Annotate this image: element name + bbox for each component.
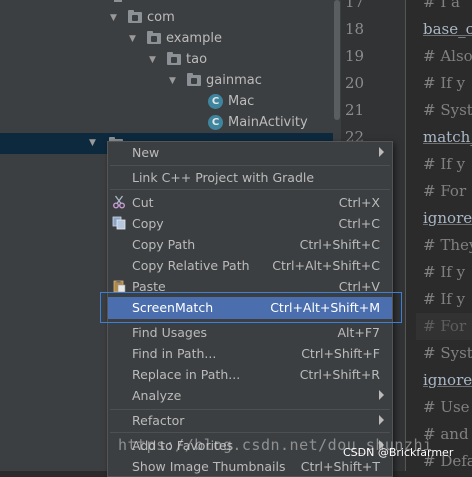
code-line: # If y bbox=[423, 74, 466, 92]
menu-item-shortcut: Ctrl+C bbox=[338, 216, 380, 231]
package-folder-icon bbox=[187, 73, 201, 86]
menu-item-cut[interactable]: Cut Ctrl+X bbox=[108, 192, 392, 213]
submenu-arrow-icon bbox=[379, 390, 384, 400]
menu-item-label: Show Image Thumbnails bbox=[132, 459, 286, 474]
menu-item-link-cpp[interactable]: Link C++ Project with Gradle bbox=[108, 167, 392, 188]
line-number: 17 bbox=[345, 0, 365, 11]
tree-item-example[interactable]: ▼ example bbox=[129, 28, 222, 49]
tree-item-com[interactable]: ▼ com bbox=[110, 7, 175, 28]
code-line: # For bbox=[423, 182, 467, 200]
tree-item-mainactivity[interactable]: C MainActivity bbox=[208, 112, 308, 133]
menu-item-shortcut: Ctrl+Shift+T bbox=[300, 459, 380, 474]
tree-item-label: tao bbox=[186, 52, 208, 67]
package-folder-icon bbox=[147, 31, 161, 44]
watermark-site: CSDN @Brickfarmer bbox=[343, 446, 454, 459]
menu-item-label: Copy Relative Path bbox=[132, 258, 250, 273]
editor-divider bbox=[405, 0, 416, 471]
code-line: ignore bbox=[423, 209, 472, 227]
menu-item-shortcut: Ctrl+X bbox=[338, 195, 380, 210]
package-folder-icon bbox=[167, 52, 181, 65]
code-line: base_c bbox=[423, 20, 472, 38]
menu-item-label: Analyze bbox=[132, 388, 182, 403]
menu-item-find-in-path[interactable]: Find in Path... Ctrl+Shift+F bbox=[108, 343, 392, 364]
code-line: # Also bbox=[423, 47, 472, 65]
menu-item-shortcut: Ctrl+Shift+R bbox=[299, 367, 380, 382]
tree-item-label: example bbox=[166, 31, 222, 46]
code-line: # I a bbox=[423, 0, 460, 11]
line-number: 21 bbox=[345, 101, 365, 119]
tree-scrollbar-thumb[interactable] bbox=[334, 0, 340, 120]
submenu-arrow-icon bbox=[379, 415, 384, 425]
menu-item-label: Find Usages bbox=[132, 325, 208, 340]
code-line: ignore bbox=[423, 371, 472, 389]
menu-item-label: New bbox=[132, 145, 160, 160]
tree-item-label: gainmac bbox=[206, 73, 262, 88]
submenu-arrow-icon bbox=[379, 147, 384, 157]
copy-icon bbox=[112, 216, 126, 230]
class-icon: C bbox=[208, 115, 223, 130]
code-line: # If y bbox=[423, 290, 466, 308]
scissors-icon bbox=[113, 195, 125, 209]
code-line: match_ bbox=[423, 128, 472, 146]
menu-item-copy[interactable]: Copy Ctrl+C bbox=[108, 213, 392, 234]
code-line: # For bbox=[423, 317, 467, 335]
menu-item-shortcut: Ctrl+Shift+C bbox=[299, 237, 380, 252]
menu-separator bbox=[110, 189, 390, 190]
line-number: 20 bbox=[345, 74, 365, 92]
menu-item-copy-path[interactable]: Copy Path Ctrl+Shift+C bbox=[108, 234, 392, 255]
highlight-frame bbox=[100, 292, 402, 323]
menu-item-label: Copy Path bbox=[132, 237, 196, 252]
tree-item-mac[interactable]: C Mac bbox=[208, 91, 254, 112]
chevron-down-icon[interactable]: ▼ bbox=[89, 138, 98, 148]
menu-item-label: Link C++ Project with Gradle bbox=[132, 170, 315, 185]
paste-icon bbox=[113, 280, 126, 293]
chevron-down-icon[interactable]: ▼ bbox=[110, 13, 119, 23]
menu-item-show-image-thumbnails[interactable]: Show Image Thumbnails Ctrl+Shift+T bbox=[108, 456, 392, 477]
code-line: # Use bbox=[423, 398, 470, 416]
menu-item-label: Copy bbox=[132, 216, 164, 231]
chevron-down-icon[interactable]: ▼ bbox=[169, 76, 178, 86]
menu-item-label: Find in Path... bbox=[132, 346, 217, 361]
code-line: # Syst bbox=[423, 344, 472, 362]
tree-item-label: com bbox=[147, 10, 175, 25]
menu-item-replace-in-path[interactable]: Replace in Path... Ctrl+Shift+R bbox=[108, 364, 392, 385]
code-line: # If y bbox=[423, 155, 466, 173]
tree-partial-row bbox=[114, 0, 122, 2]
line-number: 18 bbox=[345, 20, 365, 38]
menu-item-analyze[interactable]: Analyze bbox=[108, 385, 392, 406]
menu-separator bbox=[110, 432, 390, 433]
menu-item-shortcut: Ctrl+Shift+F bbox=[301, 346, 380, 361]
line-number: 19 bbox=[345, 47, 365, 65]
menu-item-shortcut: Ctrl+Alt+Shift+C bbox=[272, 258, 380, 273]
code-line: # They bbox=[423, 236, 472, 254]
menu-item-label: Refactor bbox=[132, 413, 185, 428]
menu-item-find-usages[interactable]: Find Usages Alt+F7 bbox=[108, 322, 392, 343]
tree-item-label: MainActivity bbox=[228, 115, 308, 130]
menu-separator bbox=[110, 165, 390, 166]
code-line: # If y bbox=[423, 263, 466, 281]
code-line: # Syst bbox=[423, 101, 472, 119]
tree-item-tao[interactable]: ▼ tao bbox=[149, 49, 207, 70]
class-icon: C bbox=[208, 94, 223, 109]
chevron-down-icon[interactable]: ▼ bbox=[129, 34, 138, 44]
menu-item-copy-relative-path[interactable]: Copy Relative Path Ctrl+Alt+Shift+C bbox=[108, 255, 392, 276]
package-folder-icon bbox=[128, 10, 142, 23]
tree-item-label: Mac bbox=[228, 94, 255, 109]
menu-item-shortcut: Alt+F7 bbox=[337, 325, 380, 340]
chevron-down-icon[interactable]: ▼ bbox=[149, 55, 158, 65]
menu-item-label: Cut bbox=[132, 195, 154, 210]
menu-item-label: Replace in Path... bbox=[132, 367, 241, 382]
menu-item-refactor[interactable]: Refactor bbox=[108, 410, 392, 431]
menu-item-new[interactable]: New bbox=[108, 142, 392, 163]
tree-item-gainmac[interactable]: ▼ gainmac bbox=[169, 70, 262, 91]
